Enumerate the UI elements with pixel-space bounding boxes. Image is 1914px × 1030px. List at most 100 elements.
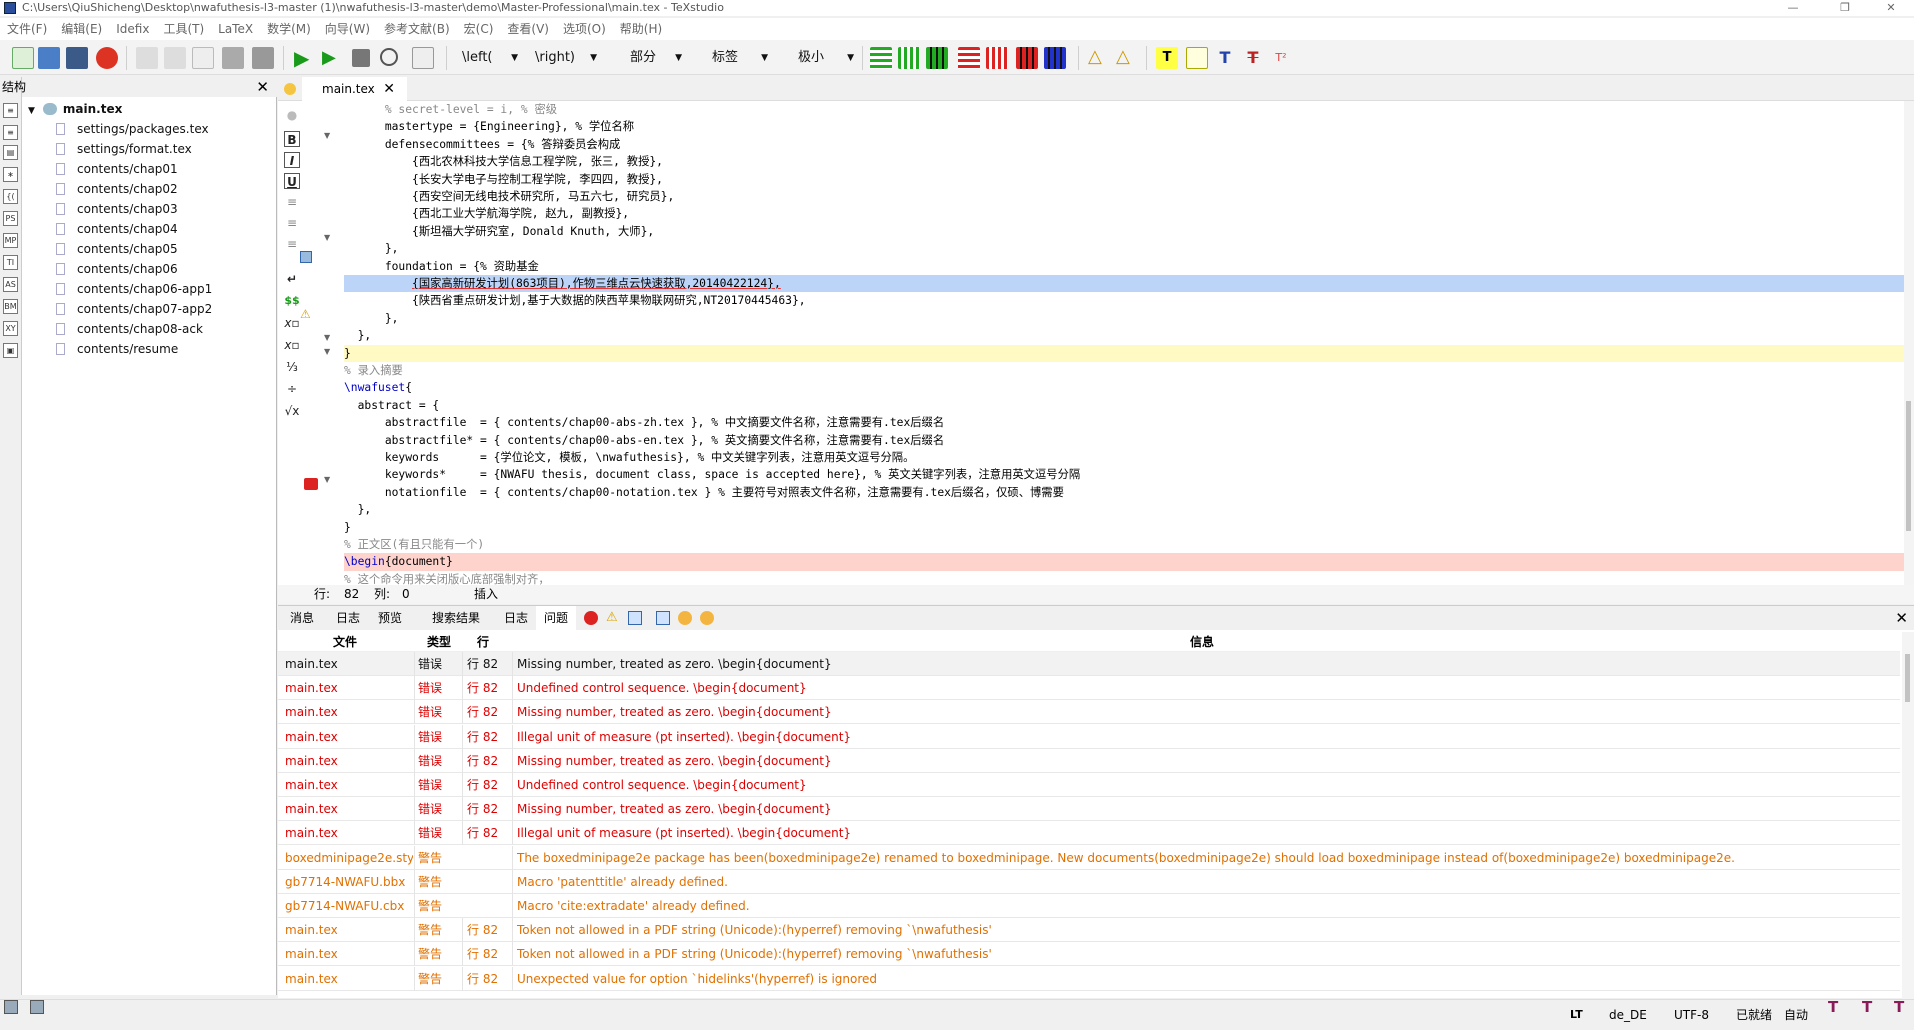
dfrac-icon[interactable]: ÷ [284,381,300,397]
preview-icon[interactable]: T [1862,1000,1876,1015]
fold-arrow-icon[interactable]: ▼ [324,131,330,140]
user-panel-icon[interactable]: ▣ [3,343,18,358]
tree-item[interactable]: contents/chap02 [56,179,178,199]
menu-file[interactable]: 文件(F) [0,18,54,40]
table-row[interactable]: main.tex 警告行 82 Token not allowed in a PDF… [278,942,1900,967]
label-dropdown[interactable]: 标签 ▼ [712,47,772,69]
table-remove-row-icon[interactable] [958,47,980,69]
texstudio-icon[interactable]: T [1828,1000,1842,1015]
encoding[interactable]: UTF-8 [1674,1000,1709,1030]
compile-icon[interactable]: ▶ [322,47,344,69]
close-icon[interactable]: ✕ [256,77,269,97]
brackets-panel-icon[interactable]: {( [3,189,18,204]
tree-item[interactable]: contents/chap05 [56,239,178,259]
cut-icon[interactable] [222,47,244,69]
code-line[interactable]: }, [344,310,1904,327]
fold-arrow-icon[interactable]: ▼ [324,475,330,484]
table-remove-column-icon[interactable] [986,47,1008,69]
bold-icon[interactable]: B [284,131,300,147]
tree-root[interactable]: ▼ main.tex [28,99,122,119]
maximize-icon[interactable]: ❐ [1822,0,1868,16]
tree-item[interactable]: contents/chap03 [56,199,178,219]
tikz-panel-icon[interactable]: TI [3,255,18,270]
open-file-icon[interactable] [38,47,60,69]
table-row[interactable]: main.tex 错误行 82 Missing number, treated as… [278,797,1900,822]
new-file-icon[interactable] [12,47,34,69]
menu-help[interactable]: 帮助(H) [613,18,669,40]
spell-language[interactable]: de_DE [1609,1000,1647,1030]
stop-icon[interactable] [352,49,370,67]
menu-idefix[interactable]: Idefix [109,18,156,40]
superscript-icon[interactable]: T² [1270,47,1292,69]
code-line[interactable]: abstract = { [344,397,1904,414]
view-log-icon[interactable] [412,47,434,69]
code-line[interactable]: \nwafuset{ [344,379,1904,396]
table-add-column-icon[interactable] [898,47,920,69]
tree-item[interactable]: contents/chap06 [56,259,178,279]
code-line[interactable]: }, [344,240,1904,257]
warnings-filter-icon[interactable]: ⚠ [606,611,620,625]
table-row[interactable]: main.tex 错误行 82 Illegal unit of measure (p… [278,724,1900,749]
italic-icon[interactable]: I [284,152,300,168]
structure-toggle-icon[interactable] [4,1000,18,1014]
undo-icon[interactable] [136,47,158,69]
code-line[interactable]: keywords* = {NWAFU thesis, document clas… [344,466,1904,483]
section-dropdown[interactable]: 部分 ▼ [630,47,686,69]
expand-arrow-icon[interactable]: ▼ [28,106,35,116]
right-delimiter-dropdown[interactable]: \right) ▼ [535,47,601,69]
table-row[interactable]: main.tex 错误行 82 Undefined control sequence… [278,676,1900,701]
view-pdf-icon[interactable] [380,48,398,66]
close-file-icon[interactable] [96,47,118,69]
issues-scrollbar[interactable] [1902,632,1914,999]
menu-edit[interactable]: 编辑(E) [54,18,109,40]
menu-macros[interactable]: 宏(C) [457,18,501,40]
sqrt-icon[interactable]: √x [284,403,300,419]
prev-issue-icon[interactable] [678,611,692,625]
copy-icon[interactable] [192,47,214,69]
align-left-icon[interactable]: ≡ [284,194,300,210]
close-window-icon[interactable]: ✕ [1868,0,1914,16]
table-split-icon[interactable] [1044,47,1066,69]
language-tool-icon[interactable]: LT [1570,1000,1583,1030]
code-line[interactable]: {长安大学电子与控制工程学院, 李四四, 教授}, [344,171,1904,188]
toc-panel-icon[interactable]: ≡ [3,125,18,140]
code-line[interactable]: \begin{document} [344,553,1904,571]
code-line[interactable]: % 正文区(有且只能有一个) [344,536,1904,553]
table-row[interactable]: gb7714-NWAFU.bbx 警告 Macro 'patenttitle' al… [278,869,1900,894]
code-line[interactable]: } [344,519,1904,536]
table-row[interactable]: main.tex 错误行 82 Missing number, treated as… [278,652,1900,676]
align-right-icon[interactable]: ≡ [284,236,300,252]
menu-tools[interactable]: 工具(T) [156,18,211,40]
editor-scrollbar[interactable] [1904,101,1914,585]
beamer-panel-icon[interactable]: BM [3,299,18,314]
tab-search-results[interactable]: 搜索结果 [424,606,488,630]
table-row[interactable]: main.tex 警告行 82 Unexpected value for optio… [278,966,1900,991]
close-icon[interactable]: ✕ [1895,606,1908,630]
code-line[interactable]: % 这个命令用来关闭版心底部强制对齐， [344,571,1904,585]
fold-arrow-icon[interactable]: ▼ [324,233,330,242]
math-triangle-icon[interactable]: △ [1116,47,1138,69]
highlight-text-icon[interactable]: T [1156,47,1178,69]
header-file[interactable]: 文件 [278,632,412,652]
scrollbar-thumb[interactable] [1906,401,1911,531]
code-line[interactable]: keywords = {学位论文, 模板, \nwafuthesis}, % 中… [344,449,1904,466]
table-row[interactable]: main.tex 错误行 82 Missing number, treated as… [278,748,1900,773]
tree-item[interactable]: contents/chap01 [56,159,178,179]
menu-wizards[interactable]: 向导(W) [318,18,377,40]
header-line[interactable]: 行 [462,632,504,652]
code-line[interactable]: } [344,344,1904,362]
info-filter-icon[interactable] [656,611,670,625]
metapost-panel-icon[interactable]: MP [3,233,18,248]
minimize-icon[interactable]: — [1770,0,1816,16]
tab-issues[interactable]: 问题 [536,606,577,630]
tree-item[interactable]: contents/chap08-ack [56,319,203,339]
tab-messages[interactable]: 消息 [282,606,322,630]
tab-preview[interactable]: 预览 [370,606,410,630]
comment-icon[interactable] [1186,47,1208,69]
table-row[interactable]: gb7714-NWAFU.cbx 警告 Macro 'cite:extradate'… [278,894,1900,918]
table-row[interactable]: main.tex 错误行 82 Illegal unit of measure (p… [278,821,1900,846]
code-line[interactable]: {国家高新研发计划(863项目),作物三维点云快速获取,20140422124}… [344,275,1904,293]
underline-icon[interactable]: U [284,173,300,189]
errors-filter-icon[interactable] [584,611,598,625]
tree-item[interactable]: contents/chap07-app2 [56,299,212,319]
